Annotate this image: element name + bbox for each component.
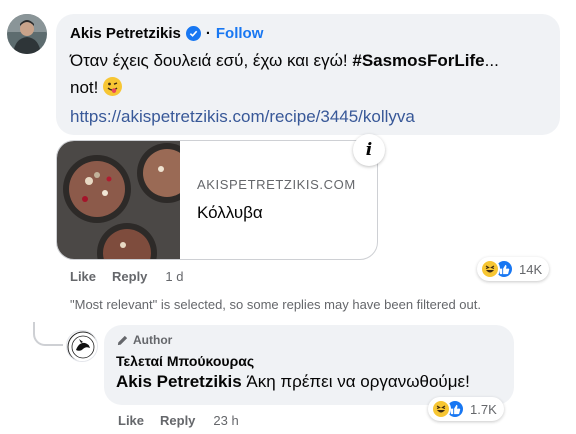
author-badge: Author	[116, 332, 502, 348]
commenter-avatar[interactable]	[7, 14, 47, 54]
reply-author[interactable]: Τελεταί Μπούκουρας	[116, 353, 502, 369]
mention-link[interactable]: Akis Petretzikis	[116, 372, 242, 391]
reaction-summary[interactable]: 14K	[477, 257, 550, 281]
reply-reply-button[interactable]: Reply	[160, 413, 195, 428]
comment-text-line2: not!	[70, 78, 104, 97]
thread-connector	[33, 322, 63, 346]
comment-text-main: Όταν έχεις δουλειά εσύ, έχω και εγώ!	[70, 51, 353, 70]
reply-text-body: Άκη πρέπει να οργανωθούμε!	[241, 372, 470, 391]
comment-header: Akis Petretzikis · Follow	[70, 23, 546, 43]
comment-text-ellipsis: ...	[484, 51, 499, 70]
reply-reaction-summary[interactable]: 1.7K	[428, 397, 504, 421]
preview-thumbnail	[57, 141, 197, 259]
comment-timestamp[interactable]: 1 d	[165, 269, 183, 284]
link-preview-card[interactable]: AKISPETRETZIKIS.COM Κόλλυβα	[56, 140, 378, 260]
haha-icon	[480, 259, 500, 279]
like-button[interactable]: Like	[70, 269, 96, 284]
winking-tongue-emoji-icon	[103, 77, 123, 96]
reply-timestamp[interactable]: 23 h	[213, 413, 238, 428]
comment-bubble: Akis Petretzikis · Follow Όταν έχεις δου…	[56, 14, 560, 135]
preview-domain: AKISPETRETZIKIS.COM	[197, 177, 356, 192]
hashtag-link[interactable]: #SasmosForLife	[352, 51, 484, 70]
comment-text: Όταν έχεις δουλειά εσύ, έχω και εγώ! #Sa…	[70, 47, 542, 101]
reply-reaction-count: 1.7K	[470, 401, 497, 417]
filter-note: "Most relevant" is selected, so some rep…	[70, 297, 481, 312]
comment-actions: Like Reply 1 d	[70, 269, 200, 284]
haha-icon	[431, 399, 451, 419]
verified-badge-icon	[185, 25, 201, 41]
reply-bubble: Author Τελεταί Μπούκουρας Akis Petretzik…	[104, 325, 514, 405]
reaction-count: 14K	[519, 261, 543, 277]
reply-button[interactable]: Reply	[112, 269, 147, 284]
pen-icon	[117, 335, 128, 345]
info-icon[interactable]: i	[353, 134, 385, 166]
preview-title: Κόλλυβα	[197, 203, 263, 222]
reply-author-avatar[interactable]	[66, 330, 98, 362]
reply-like-button[interactable]: Like	[118, 413, 144, 428]
recipe-link[interactable]: https://akispetretzikis.com/recipe/3445/…	[70, 103, 546, 130]
author-badge-label: Author	[133, 333, 173, 347]
separator-dot: ·	[205, 24, 211, 42]
comment-author[interactable]: Akis Petretzikis	[70, 25, 181, 42]
follow-button[interactable]: Follow	[216, 25, 264, 42]
reply-text: Akis Petretzikis Άκη πρέπει να οργανωθού…	[116, 372, 502, 392]
reply-actions: Like Reply 23 h	[118, 413, 255, 428]
